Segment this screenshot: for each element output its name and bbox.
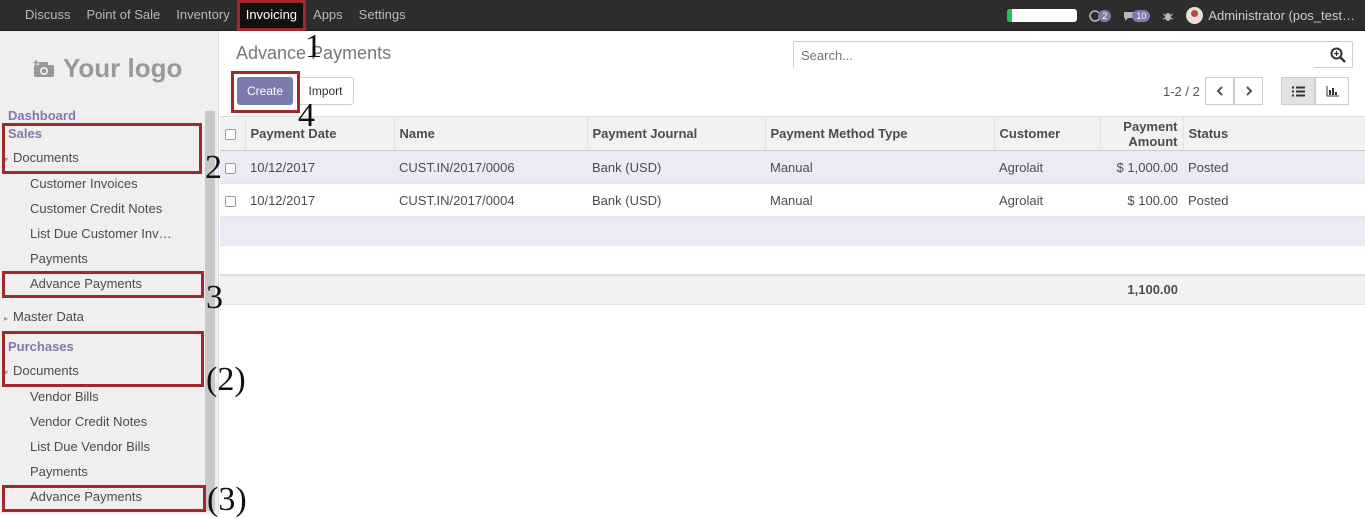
highlight-box-sales-advance-payments <box>2 271 204 298</box>
highlight-box-invoicing <box>237 0 306 31</box>
payment-date-cell: 10/12/2017 <box>245 183 394 217</box>
sidebar-customer-credit-notes[interactable]: Customer Credit Notes <box>30 201 162 216</box>
total-amount: 1,100.00 <box>1100 273 1183 305</box>
customer-cell: Agrolait <box>994 183 1100 217</box>
column-header[interactable]: Payment Date <box>245 116 395 151</box>
sidebar-purchase-payments[interactable]: Payments <box>30 464 88 479</box>
debug-bug-icon[interactable] <box>1162 10 1174 22</box>
highlight-box-purchase-advance-payments <box>2 485 206 512</box>
highlight-box-purchases <box>2 331 204 387</box>
column-header[interactable]: Payment Amount <box>1100 116 1184 151</box>
pager-next-button[interactable] <box>1234 77 1263 105</box>
list-view-button[interactable] <box>1281 77 1315 105</box>
sidebar-customer-invoices[interactable]: Customer Invoices <box>30 176 138 191</box>
column-header[interactable]: Status <box>1183 116 1365 151</box>
logo-text: Your logo <box>63 53 183 83</box>
sidebar-vendor-bills[interactable]: Vendor Bills <box>30 389 99 404</box>
pager-previous-button[interactable] <box>1205 77 1234 105</box>
status-cell: Posted <box>1183 150 1365 184</box>
sidebar-vendor-credit-notes[interactable]: Vendor Credit Notes <box>30 414 147 429</box>
chat-notification[interactable]: 2 <box>1089 9 1112 22</box>
select-all-header[interactable] <box>220 116 246 151</box>
caret-right-icon: ▸ <box>4 314 9 323</box>
search-icon[interactable] <box>1330 47 1346 63</box>
sidebar-master-data[interactable]: ▸ Master Data <box>4 309 84 324</box>
highlight-box-create <box>231 71 300 113</box>
search-bar[interactable] <box>793 41 1353 69</box>
column-header[interactable]: Payment Journal <box>587 116 766 151</box>
highlight-box-sales <box>2 123 202 174</box>
table-footer-row: 1,100.00 <box>220 273 1365 305</box>
table-header-row: Payment Date Name Payment Journal Paymen… <box>220 116 1365 151</box>
name-cell: CUST.IN/2017/0004 <box>394 183 587 217</box>
table-row[interactable]: 10/12/2017 CUST.IN/2017/0004 Bank (USD) … <box>220 183 1365 217</box>
chevron-left-icon <box>1216 86 1223 96</box>
user-name: Administrator (pos_test… <box>1208 8 1355 23</box>
sidebar-list-due-vendor-bills[interactable]: List Due Vendor Bills <box>30 439 150 454</box>
menu-apps[interactable]: Apps <box>305 0 351 31</box>
row-checkbox[interactable] <box>225 195 236 207</box>
column-header[interactable]: Name <box>394 116 588 151</box>
column-header[interactable]: Customer <box>994 116 1101 151</box>
column-header[interactable]: Payment Method Type <box>765 116 995 151</box>
list-icon <box>1291 86 1305 96</box>
method-type-cell: Manual <box>765 150 994 184</box>
company-logo: Your logo <box>33 53 182 84</box>
annotation-number: 1 <box>305 28 322 65</box>
bar-chart-icon <box>1326 85 1339 96</box>
sidebar-dashboard[interactable]: Dashboard <box>8 108 76 123</box>
menu-settings[interactable]: Settings <box>351 0 414 31</box>
annotation-number: 4 <box>298 97 315 134</box>
progress-fill <box>1007 9 1013 22</box>
amount-cell: $ 100.00 <box>1100 183 1183 217</box>
name-cell: CUST.IN/2017/0006 <box>394 150 587 184</box>
select-all-checkbox[interactable] <box>225 129 236 141</box>
sidebar-sales-payments[interactable]: Payments <box>30 251 88 266</box>
annotation-number: 3 <box>206 279 223 316</box>
avatar <box>1186 7 1204 24</box>
payment-date-cell: 10/12/2017 <box>245 150 394 184</box>
annotation-number: (2) <box>206 361 246 398</box>
annotation-number: (3) <box>207 481 247 518</box>
status-cell: Posted <box>1183 183 1365 217</box>
chevron-right-icon <box>1245 86 1252 96</box>
search-input[interactable] <box>794 42 1314 69</box>
empty-row <box>220 216 1365 246</box>
menu-discuss[interactable]: Discuss <box>17 0 79 31</box>
amount-cell: $ 1,000.00 <box>1100 150 1183 184</box>
chat-count-badge: 2 <box>1098 9 1112 22</box>
app-menu: Discuss Point of Sale Inventory Invoicin… <box>17 0 414 31</box>
user-menu[interactable]: Administrator (pos_test… <box>1186 7 1355 24</box>
journal-cell: Bank (USD) <box>587 150 765 184</box>
row-checkbox[interactable] <box>225 162 236 174</box>
menu-inventory[interactable]: Inventory <box>168 0 237 31</box>
pager-value[interactable]: 1-2 / 2 <box>1163 84 1200 99</box>
row-select-cell[interactable] <box>220 183 245 217</box>
annotation-number: 2 <box>205 149 222 186</box>
table-row[interactable]: 10/12/2017 CUST.IN/2017/0006 Bank (USD) … <box>220 150 1365 184</box>
method-type-cell: Manual <box>765 183 994 217</box>
menu-point-of-sale[interactable]: Point of Sale <box>79 0 169 31</box>
sidebar-item-label: Master Data <box>13 309 84 324</box>
messages-notification[interactable]: 10 <box>1123 9 1151 22</box>
sidebar-list-due-customer-invoices[interactable]: List Due Customer Inv… <box>30 226 172 241</box>
row-select-cell[interactable] <box>220 150 245 184</box>
onboarding-progress-bar[interactable] <box>1007 9 1078 22</box>
top-navbar: Discuss Point of Sale Inventory Invoicin… <box>0 0 1365 31</box>
advance-payments-table: Payment Date Name Payment Journal Paymen… <box>220 116 1365 305</box>
customer-cell: Agrolait <box>994 150 1100 184</box>
empty-row <box>220 245 1365 275</box>
messages-count-badge: 10 <box>1132 9 1151 22</box>
camera-icon <box>33 59 54 77</box>
graph-view-button[interactable] <box>1315 77 1349 105</box>
main-content: Advance Payments Create Import 1-2 / 2 P… <box>220 31 1365 514</box>
journal-cell: Bank (USD) <box>587 183 765 217</box>
